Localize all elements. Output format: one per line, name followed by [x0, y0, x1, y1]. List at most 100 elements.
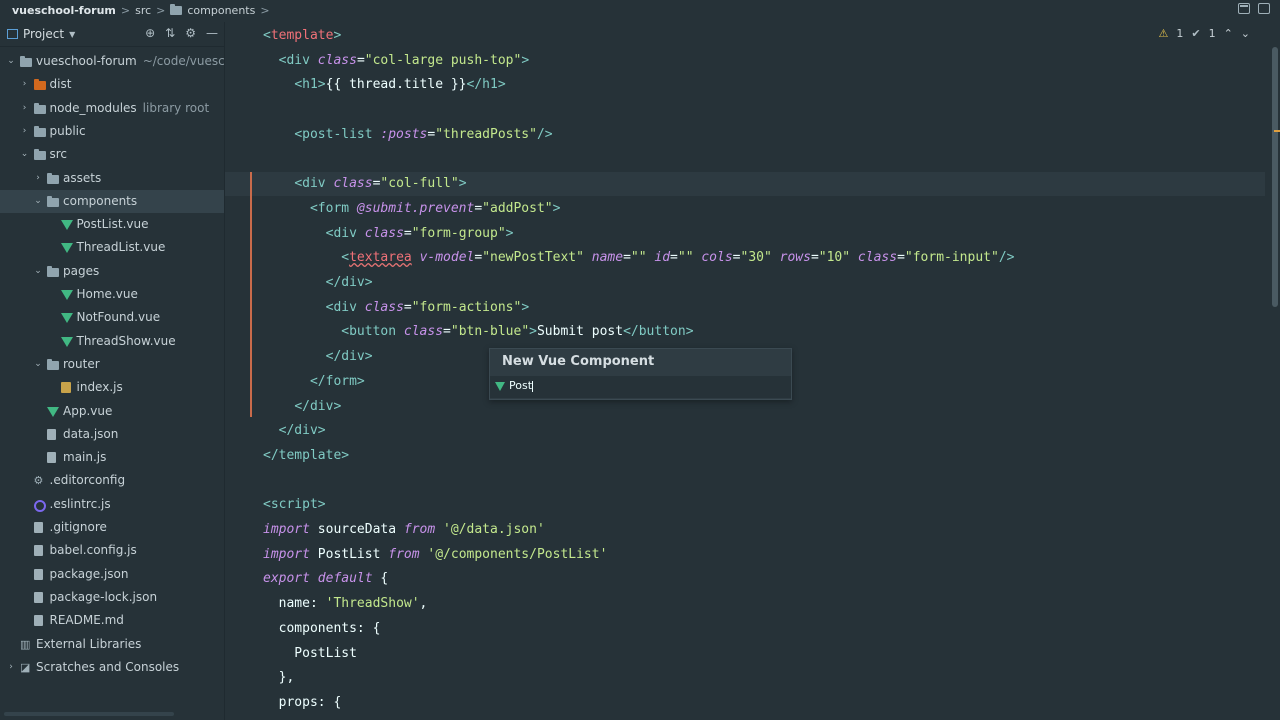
tree-item[interactable]: .gitignore	[0, 516, 224, 539]
tree-item[interactable]: package-lock.json	[0, 586, 224, 609]
code-line[interactable]: <template>	[263, 24, 341, 48]
code-line[interactable]: </div>	[263, 271, 373, 295]
breadcrumb-src[interactable]: src	[135, 4, 151, 17]
code-token: name:	[263, 596, 326, 611]
code-token: </button>	[623, 324, 694, 339]
tree-item[interactable]: PostList.vue	[0, 213, 224, 236]
breadcrumb-components[interactable]: components	[187, 4, 255, 17]
tree-item[interactable]: data.json	[0, 423, 224, 446]
code-line[interactable]: import PostList from '@/components/PostL…	[263, 543, 607, 567]
tree-item[interactable]: README.md	[0, 609, 224, 632]
tree-item[interactable]: NotFound.vue	[0, 306, 224, 329]
tree-item[interactable]: package.json	[0, 563, 224, 586]
code-line[interactable]: </template>	[263, 444, 349, 468]
tree-item[interactable]: Home.vue	[0, 283, 224, 306]
code-token: <script>	[263, 497, 326, 512]
horizontal-scrollbar[interactable]	[4, 712, 174, 716]
chevron-down-icon[interactable]: ⌄	[33, 353, 43, 376]
tree-item[interactable]: index.js	[0, 376, 224, 399]
code-line[interactable]: <div class="form-group">	[263, 222, 514, 246]
file-icon	[33, 545, 43, 556]
code-token: class	[333, 176, 373, 191]
tree-item[interactable]: ⌄ src	[0, 143, 224, 166]
code-line[interactable]: <div class="col-large push-top">	[263, 49, 529, 73]
breadcrumb-project[interactable]: vueschool-forum	[12, 4, 116, 17]
warning-stripe-marker[interactable]	[1274, 130, 1280, 132]
chevron-down-icon[interactable]: ⌄	[33, 260, 43, 283]
code-token: />	[536, 127, 553, 142]
panel-layout-icon[interactable]	[1238, 3, 1250, 14]
chevron-right-icon[interactable]: ›	[33, 167, 43, 190]
code-line[interactable]: },	[263, 666, 295, 690]
tree-item[interactable]: › assets	[0, 167, 224, 190]
chevron-down-icon[interactable]: ⌄	[1241, 27, 1250, 40]
vertical-scrollbar[interactable]	[1272, 47, 1278, 307]
chevron-down-icon[interactable]: ▼	[69, 30, 75, 39]
code-line[interactable]: components: {	[263, 617, 381, 641]
code-line[interactable]: </form>	[263, 370, 365, 394]
project-title[interactable]: Project	[23, 27, 64, 41]
tree-item[interactable]: ⌄ components	[0, 190, 224, 213]
inspection-widget[interactable]: ⚠ 1 ✔ 1 ⌃ ⌄	[1158, 27, 1250, 40]
vue-file-icon	[60, 337, 73, 347]
tree-item[interactable]: › dist	[0, 73, 224, 96]
tree-item[interactable]: › public	[0, 120, 224, 143]
tree-item[interactable]: ▥ External Libraries	[0, 633, 224, 656]
tree-item[interactable]: › ◪ Scratches and Consoles	[0, 656, 224, 679]
code-line[interactable]: <h1>{{ thread.title }}</h1>	[263, 73, 505, 97]
code-line[interactable]: PostList	[263, 642, 357, 666]
scroll-from-source-icon[interactable]: ⊕	[145, 26, 155, 40]
code-line[interactable]: <div class="form-actions">	[263, 296, 530, 320]
tree-item[interactable]: babel.config.js	[0, 539, 224, 562]
code-line[interactable]: name: 'ThreadShow',	[263, 592, 428, 616]
code-line[interactable]: <button class="btn-blue">Submit post</bu…	[263, 320, 694, 344]
chevron-right-icon[interactable]: ›	[20, 120, 30, 143]
code-line[interactable]: <textarea v-model="newPostText" name="" …	[263, 246, 1014, 270]
tree-item-label: .editorconfig	[49, 473, 126, 487]
vcs-change-marker[interactable]	[250, 172, 252, 417]
code-line[interactable]: </div>	[263, 419, 326, 443]
code-line[interactable]: </div>	[263, 395, 341, 419]
tree-item[interactable]: ⌄ router	[0, 353, 224, 376]
collapse-all-icon[interactable]: ⇅	[165, 26, 175, 40]
tree-item[interactable]: ⌄ pages	[0, 260, 224, 283]
code-line[interactable]: </div>	[263, 345, 373, 369]
tree-item[interactable]: ⌄ vueschool-forum ~/code/vueschool-forum	[0, 50, 224, 73]
code-token: <div	[278, 53, 318, 68]
code-line[interactable]: <form @submit.prevent="addPost">	[263, 197, 560, 221]
tree-item[interactable]: main.js	[0, 446, 224, 469]
code-line[interactable]: <div class="col-full">	[263, 172, 466, 196]
code-token: "col-full"	[380, 176, 459, 191]
component-name-input[interactable]: Post	[490, 376, 791, 398]
chevron-down-icon[interactable]: ⌄	[33, 190, 43, 213]
code-token: class	[403, 324, 444, 339]
chevron-right-icon[interactable]: ›	[20, 73, 30, 96]
file-icon	[47, 452, 56, 463]
code-token: "newPostText"	[482, 250, 584, 265]
chevron-up-icon[interactable]: ⌃	[1224, 27, 1233, 40]
code-line[interactable]: <script>	[263, 493, 326, 517]
tree-item[interactable]: ThreadShow.vue	[0, 330, 224, 353]
tree-item[interactable]: ThreadList.vue	[0, 236, 224, 259]
code-token: </div>	[325, 349, 373, 364]
code-token: textarea	[349, 250, 412, 265]
tree-item[interactable]: .eslintrc.js	[0, 493, 224, 516]
chevron-right-icon[interactable]: ›	[6, 656, 16, 679]
tree-item[interactable]: › node_modules library root	[0, 97, 224, 120]
component-name-value[interactable]: Post	[509, 379, 532, 392]
chevron-right-icon[interactable]: ›	[20, 97, 30, 120]
code-token: >	[552, 201, 561, 216]
tree-item[interactable]: ⚙ .editorconfig	[0, 469, 224, 492]
chevron-down-icon[interactable]: ⌄	[6, 50, 16, 73]
code-line[interactable]: import sourceData from '@/data.json'	[263, 518, 545, 542]
code-line[interactable]: <post-list :posts="threadPosts"/>	[263, 123, 553, 147]
window-icon[interactable]	[1258, 3, 1270, 14]
tree-item[interactable]: App.vue	[0, 400, 224, 423]
chevron-down-icon[interactable]: ⌄	[20, 143, 30, 166]
code-line[interactable]: export default {	[263, 567, 388, 591]
code-line[interactable]: props: {	[263, 691, 342, 715]
hide-icon[interactable]: —	[206, 26, 218, 40]
weak-warning-count: 1	[1208, 27, 1216, 40]
gear-icon[interactable]: ⚙	[185, 26, 196, 40]
